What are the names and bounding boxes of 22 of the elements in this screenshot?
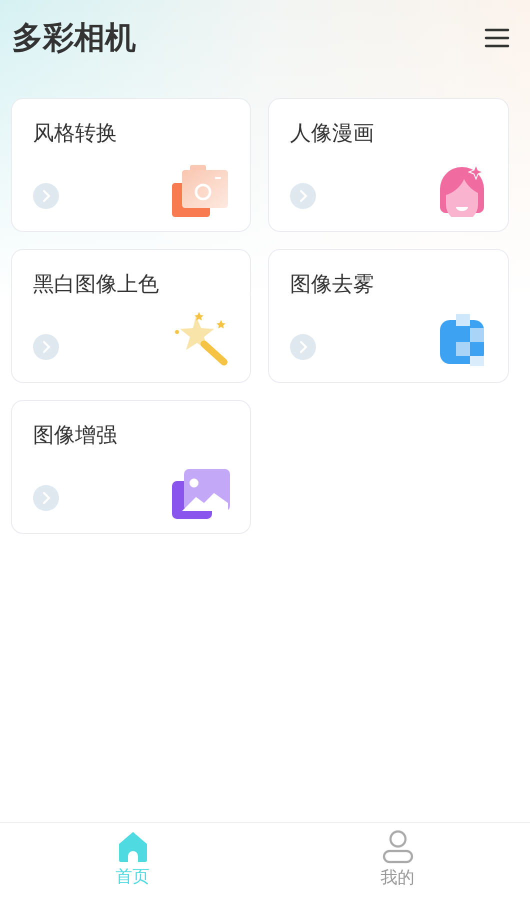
feature-card[interactable]: 黑白图像上色 [11,249,251,383]
image-icon [172,469,230,519]
chevron-right-icon[interactable] [290,183,316,209]
app-title: 多彩相机 [12,19,136,58]
feature-card[interactable]: 图像增强 [11,400,251,534]
card-title: 图像去雾 [290,271,374,298]
menu-icon[interactable] [484,27,510,49]
chevron-right-icon[interactable] [290,334,316,360]
user-icon [382,830,414,864]
home-icon [118,830,148,862]
feature-card[interactable]: 人像漫画 [268,98,509,232]
card-title: 人像漫画 [290,120,374,147]
feature-card[interactable]: 风格转换 [11,98,251,232]
camera-icon [172,165,230,217]
chevron-right-icon[interactable] [33,485,59,511]
card-title: 黑白图像上色 [33,271,159,298]
card-title: 风格转换 [33,120,117,147]
magic-wand-icon [172,312,230,368]
card-title: 图像增强 [33,422,117,449]
chevron-right-icon[interactable] [33,183,59,209]
chevron-right-icon[interactable] [33,334,59,360]
feature-card[interactable]: 图像去雾 [268,249,509,383]
